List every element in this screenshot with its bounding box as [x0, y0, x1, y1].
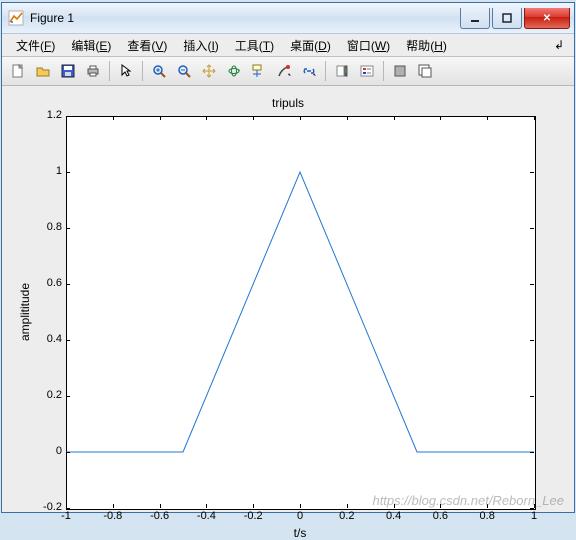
x-tick-label: 1 — [514, 510, 554, 522]
menu-bar: 文件(F) 编辑(E) 查看(V) 插入(I) 工具(T) 桌面(D) 窗口(W… — [2, 34, 574, 57]
colorbar-button[interactable] — [330, 59, 354, 83]
pointer-button[interactable] — [114, 59, 138, 83]
window-title: Figure 1 — [30, 11, 458, 25]
x-tick — [113, 504, 114, 508]
x-tick — [440, 116, 441, 120]
y-tick-label: 0 — [22, 445, 62, 457]
plot-title: tripuls — [2, 96, 574, 110]
close-button[interactable]: ✕ — [524, 8, 570, 29]
menu-help[interactable]: 帮助(H) — [398, 35, 455, 56]
legend-button[interactable] — [355, 59, 379, 83]
x-tick — [534, 116, 535, 120]
x-tick — [487, 116, 488, 120]
y-tick — [66, 340, 70, 341]
y-tick — [530, 508, 534, 509]
y-tick — [530, 284, 534, 285]
x-tick-label: -0.8 — [93, 510, 133, 522]
y-tick — [530, 228, 534, 229]
link-button[interactable] — [297, 59, 321, 83]
x-tick — [300, 116, 301, 120]
x-tick-label: -0.2 — [233, 510, 273, 522]
x-tick-label: -1 — [46, 510, 86, 522]
watermark-text: https://blog.csdn.net/Reborn_Lee — [372, 493, 564, 508]
x-tick — [347, 116, 348, 120]
new-figure-button[interactable] — [6, 59, 30, 83]
x-tick — [253, 504, 254, 508]
x-tick-label: 0.8 — [467, 510, 507, 522]
y-tick-label: 0.6 — [22, 277, 62, 289]
x-tick-label: 0 — [280, 510, 320, 522]
menu-window[interactable]: 窗口(W) — [339, 35, 398, 56]
x-tick — [160, 504, 161, 508]
y-tick — [530, 340, 534, 341]
y-tick — [66, 396, 70, 397]
maximize-button[interactable] — [492, 8, 522, 29]
y-tick — [66, 228, 70, 229]
title-bar[interactable]: Figure 1 ✕ — [2, 3, 574, 34]
toolbar-separator — [109, 61, 110, 81]
menu-desktop[interactable]: 桌面(D) — [282, 35, 339, 56]
y-tick — [66, 172, 70, 173]
x-tick — [206, 504, 207, 508]
y-tick — [530, 172, 534, 173]
y-tick-label: 0.8 — [22, 221, 62, 233]
brush-button[interactable] — [272, 59, 296, 83]
plot-line — [66, 116, 536, 510]
print-button[interactable] — [81, 59, 105, 83]
minimize-button[interactable] — [460, 8, 490, 29]
toolbar-separator — [142, 61, 143, 81]
y-tick — [530, 452, 534, 453]
app-icon — [8, 10, 24, 26]
menu-edit[interactable]: 编辑(E) — [63, 35, 119, 56]
y-tick — [66, 508, 70, 509]
x-tick — [300, 504, 301, 508]
show-plot-tools-button[interactable] — [413, 59, 437, 83]
y-tick — [530, 396, 534, 397]
menu-view[interactable]: 查看(V) — [119, 35, 175, 56]
x-tick — [66, 116, 67, 120]
x-tick — [394, 116, 395, 120]
toolbar-separator — [383, 61, 384, 81]
x-tick-label: 0.6 — [420, 510, 460, 522]
y-tick-label: 1.2 — [22, 109, 62, 121]
zoom-out-button[interactable] — [172, 59, 196, 83]
hide-plot-tools-button[interactable] — [388, 59, 412, 83]
menu-chevron-icon[interactable]: ↲ — [550, 38, 568, 52]
pan-button[interactable] — [197, 59, 221, 83]
toolbar-separator — [325, 61, 326, 81]
window-buttons: ✕ — [458, 8, 570, 28]
x-tick-label: -0.4 — [186, 510, 226, 522]
tool-bar — [2, 57, 574, 86]
save-button[interactable] — [56, 59, 80, 83]
figure-window: Figure 1 ✕ 文件(F) 编辑(E) 查看(V) 插入(I) 工具(T)… — [1, 2, 575, 513]
x-tick — [347, 504, 348, 508]
y-tick — [66, 452, 70, 453]
rotate3d-button[interactable] — [222, 59, 246, 83]
datacursor-button[interactable] — [247, 59, 271, 83]
x-tick-label: -0.6 — [140, 510, 180, 522]
y-tick-label: 0.2 — [22, 389, 62, 401]
zoom-in-button[interactable] — [147, 59, 171, 83]
x-tick-label: 0.4 — [374, 510, 414, 522]
x-tick-label: 0.2 — [327, 510, 367, 522]
x-tick — [253, 116, 254, 120]
menu-tools[interactable]: 工具(T) — [227, 35, 282, 56]
x-tick — [113, 116, 114, 120]
menu-file[interactable]: 文件(F) — [8, 35, 63, 56]
x-tick — [66, 504, 67, 508]
open-button[interactable] — [31, 59, 55, 83]
y-tick-label: 0.4 — [22, 333, 62, 345]
x-tick — [206, 116, 207, 120]
y-tick-label: 1 — [22, 165, 62, 177]
figure-content: tripuls amplititude -0.200.20.40.60.811.… — [2, 86, 574, 512]
x-axis-label: t/s — [66, 526, 534, 540]
x-tick — [160, 116, 161, 120]
menu-insert[interactable]: 插入(I) — [175, 35, 226, 56]
y-tick — [66, 284, 70, 285]
